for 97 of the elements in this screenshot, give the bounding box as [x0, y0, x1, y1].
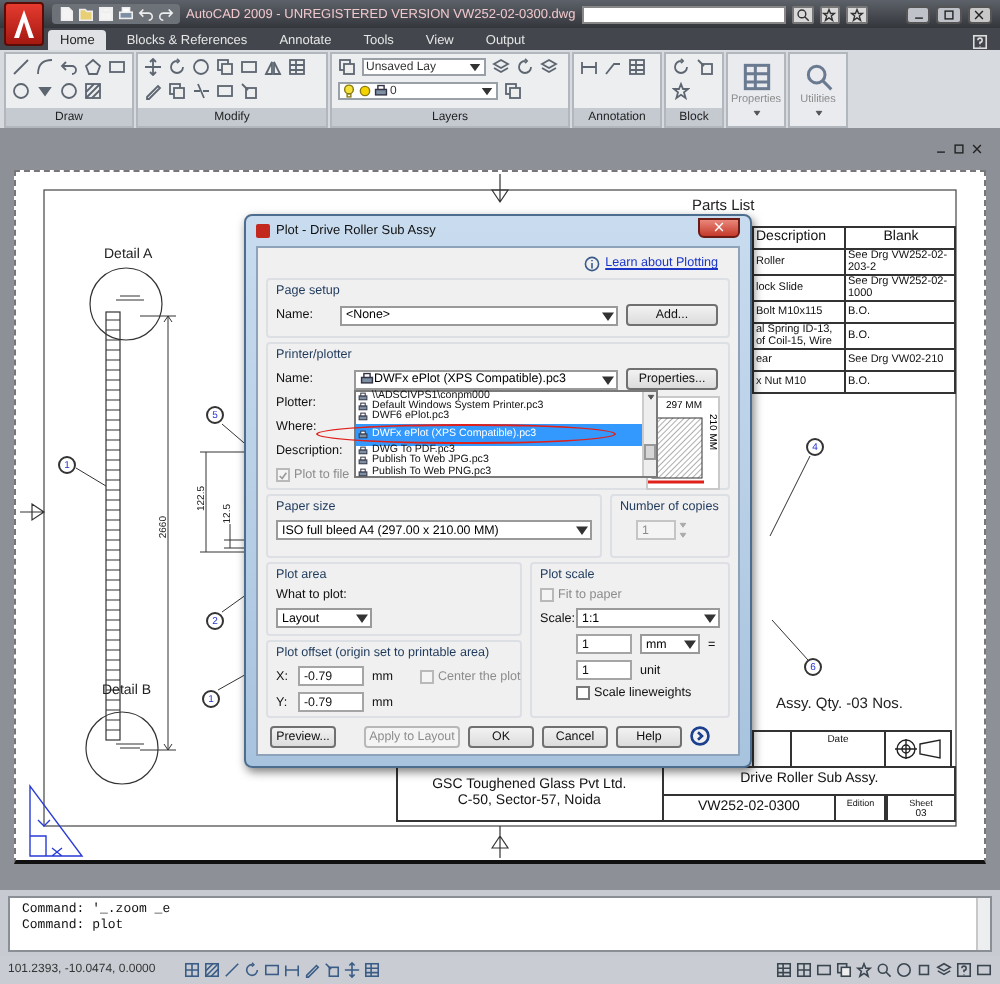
- maximize-icon[interactable]: [916, 962, 932, 978]
- table-icon[interactable]: [776, 962, 792, 978]
- search-button[interactable]: [792, 5, 814, 23]
- close-button[interactable]: [698, 217, 740, 237]
- insert-icon[interactable]: [324, 962, 340, 978]
- copy-icon[interactable]: [216, 58, 234, 76]
- caret-icon: [354, 610, 370, 626]
- move-icon[interactable]: [344, 962, 360, 978]
- folder-icon[interactable]: [78, 6, 94, 22]
- communication-button[interactable]: [819, 5, 841, 23]
- app-logo-icon[interactable]: [4, 2, 44, 46]
- center-mark-icon: [491, 825, 509, 859]
- lightbulb-icon: [342, 84, 356, 98]
- caret-icon: [813, 108, 823, 118]
- circle-icon[interactable]: [896, 962, 912, 978]
- leader-line: [75, 467, 107, 487]
- leader-line: [771, 619, 809, 661]
- pentagon-icon[interactable]: [84, 58, 102, 76]
- center-mark-icon: [491, 173, 509, 204]
- projection-symbol-icon: [894, 737, 943, 760]
- search-icon: [803, 62, 833, 92]
- rectangle-icon[interactable]: [976, 962, 992, 978]
- star-icon[interactable]: [856, 962, 872, 978]
- table-icon: [741, 62, 771, 92]
- insert-icon[interactable]: [696, 58, 714, 76]
- printer-icon: [374, 84, 388, 98]
- copy-icon[interactable]: [338, 58, 356, 76]
- close-icon[interactable]: [970, 142, 984, 156]
- checkbox[interactable]: [576, 686, 590, 700]
- close-icon: [972, 7, 987, 21]
- minimize-button[interactable]: [905, 5, 931, 23]
- caret-icon: [600, 307, 616, 323]
- caret-icon[interactable]: [36, 82, 54, 100]
- favorites-button[interactable]: [846, 5, 868, 23]
- dimension-icon[interactable]: [580, 58, 598, 76]
- insert-icon[interactable]: [240, 82, 258, 100]
- caret-icon: [574, 522, 590, 538]
- rectangle-icon[interactable]: [264, 962, 280, 978]
- mirror-icon[interactable]: [264, 58, 282, 76]
- pencil-icon[interactable]: [144, 82, 162, 100]
- table-icon[interactable]: [628, 58, 646, 76]
- rotate-icon[interactable]: [244, 962, 260, 978]
- maximize-icon[interactable]: [952, 142, 966, 156]
- sun-icon: [358, 84, 372, 98]
- copy-icon[interactable]: [836, 962, 852, 978]
- rectangle-icon[interactable]: [108, 58, 126, 76]
- search-icon: [795, 7, 810, 21]
- arc-icon[interactable]: [36, 58, 54, 76]
- help-icon[interactable]: [956, 962, 972, 978]
- rectangle-icon[interactable]: [816, 962, 832, 978]
- maximize-icon: [941, 7, 956, 21]
- layers-icon[interactable]: [936, 962, 952, 978]
- star-icon: [849, 7, 864, 21]
- scrollbar[interactable]: [976, 898, 990, 950]
- new-document-icon[interactable]: [58, 6, 74, 22]
- table-icon[interactable]: [364, 962, 380, 978]
- search-icon[interactable]: [876, 962, 892, 978]
- grid-icon[interactable]: [796, 962, 812, 978]
- leader-icon[interactable]: [604, 58, 622, 76]
- layers-icon[interactable]: [492, 58, 510, 76]
- printer-icon[interactable]: [118, 6, 134, 22]
- copy-icon[interactable]: [504, 82, 522, 100]
- close-button[interactable]: [967, 5, 993, 23]
- search-field[interactable]: [581, 5, 786, 23]
- rotate-icon[interactable]: [516, 58, 534, 76]
- close-icon: [712, 220, 726, 234]
- circle-icon[interactable]: [192, 58, 210, 76]
- trim-icon[interactable]: [192, 82, 210, 100]
- layers-icon[interactable]: [540, 58, 558, 76]
- dimension-icon[interactable]: [284, 962, 300, 978]
- save-icon[interactable]: [98, 6, 114, 22]
- pencil-icon[interactable]: [304, 962, 320, 978]
- hatch-icon[interactable]: [84, 82, 102, 100]
- rotate-icon[interactable]: [168, 58, 186, 76]
- center-mark-icon: [19, 503, 46, 521]
- info-icon: [583, 255, 600, 271]
- table-icon[interactable]: [288, 58, 306, 76]
- copy-icon[interactable]: [168, 82, 186, 100]
- star-icon: [822, 7, 837, 21]
- circle-icon[interactable]: [12, 82, 30, 100]
- circle-icon[interactable]: [60, 82, 78, 100]
- caret-icon: [751, 108, 761, 118]
- maximize-button[interactable]: [936, 5, 962, 23]
- ucs-icon: [29, 785, 83, 857]
- scrollbar[interactable]: [642, 391, 656, 475]
- leader-line: [769, 455, 811, 537]
- star-icon[interactable]: [672, 82, 690, 100]
- grid-icon[interactable]: [184, 962, 200, 978]
- redo-icon[interactable]: [158, 6, 174, 22]
- line-icon[interactable]: [224, 962, 240, 978]
- undo-icon[interactable]: [60, 58, 78, 76]
- app-icon: [256, 224, 270, 238]
- line-icon[interactable]: [12, 58, 30, 76]
- rotate-icon[interactable]: [672, 58, 690, 76]
- hatch-icon[interactable]: [204, 962, 220, 978]
- move-icon[interactable]: [144, 58, 162, 76]
- expand-icon[interactable]: [690, 726, 710, 746]
